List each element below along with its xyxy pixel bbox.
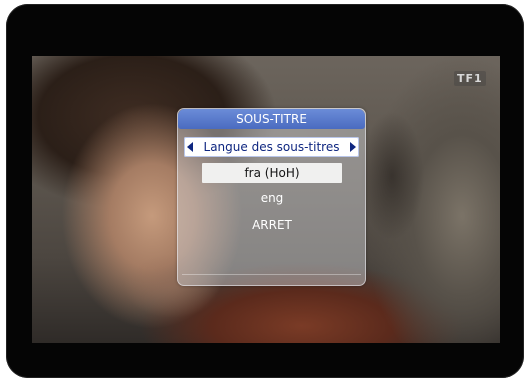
menu-divider	[182, 274, 361, 275]
tv-frame: TF1 SOUS-TITRE Langue des sous-titres fr…	[0, 0, 532, 383]
option-fra-hoh[interactable]: fra (HoH)	[202, 163, 342, 183]
menu-title: SOUS-TITRE	[178, 109, 365, 129]
option-arret[interactable]: ARRET	[187, 215, 357, 235]
selector-label: Langue des sous-titres	[203, 140, 340, 154]
subtitle-menu: SOUS-TITRE Langue des sous-titres fra (H…	[177, 108, 366, 286]
channel-logo: TF1	[454, 71, 486, 86]
arrow-right-icon[interactable]	[350, 142, 356, 152]
arrow-left-icon[interactable]	[187, 142, 193, 152]
option-eng[interactable]: eng	[187, 188, 357, 208]
subtitle-language-selector[interactable]: Langue des sous-titres	[184, 137, 359, 157]
